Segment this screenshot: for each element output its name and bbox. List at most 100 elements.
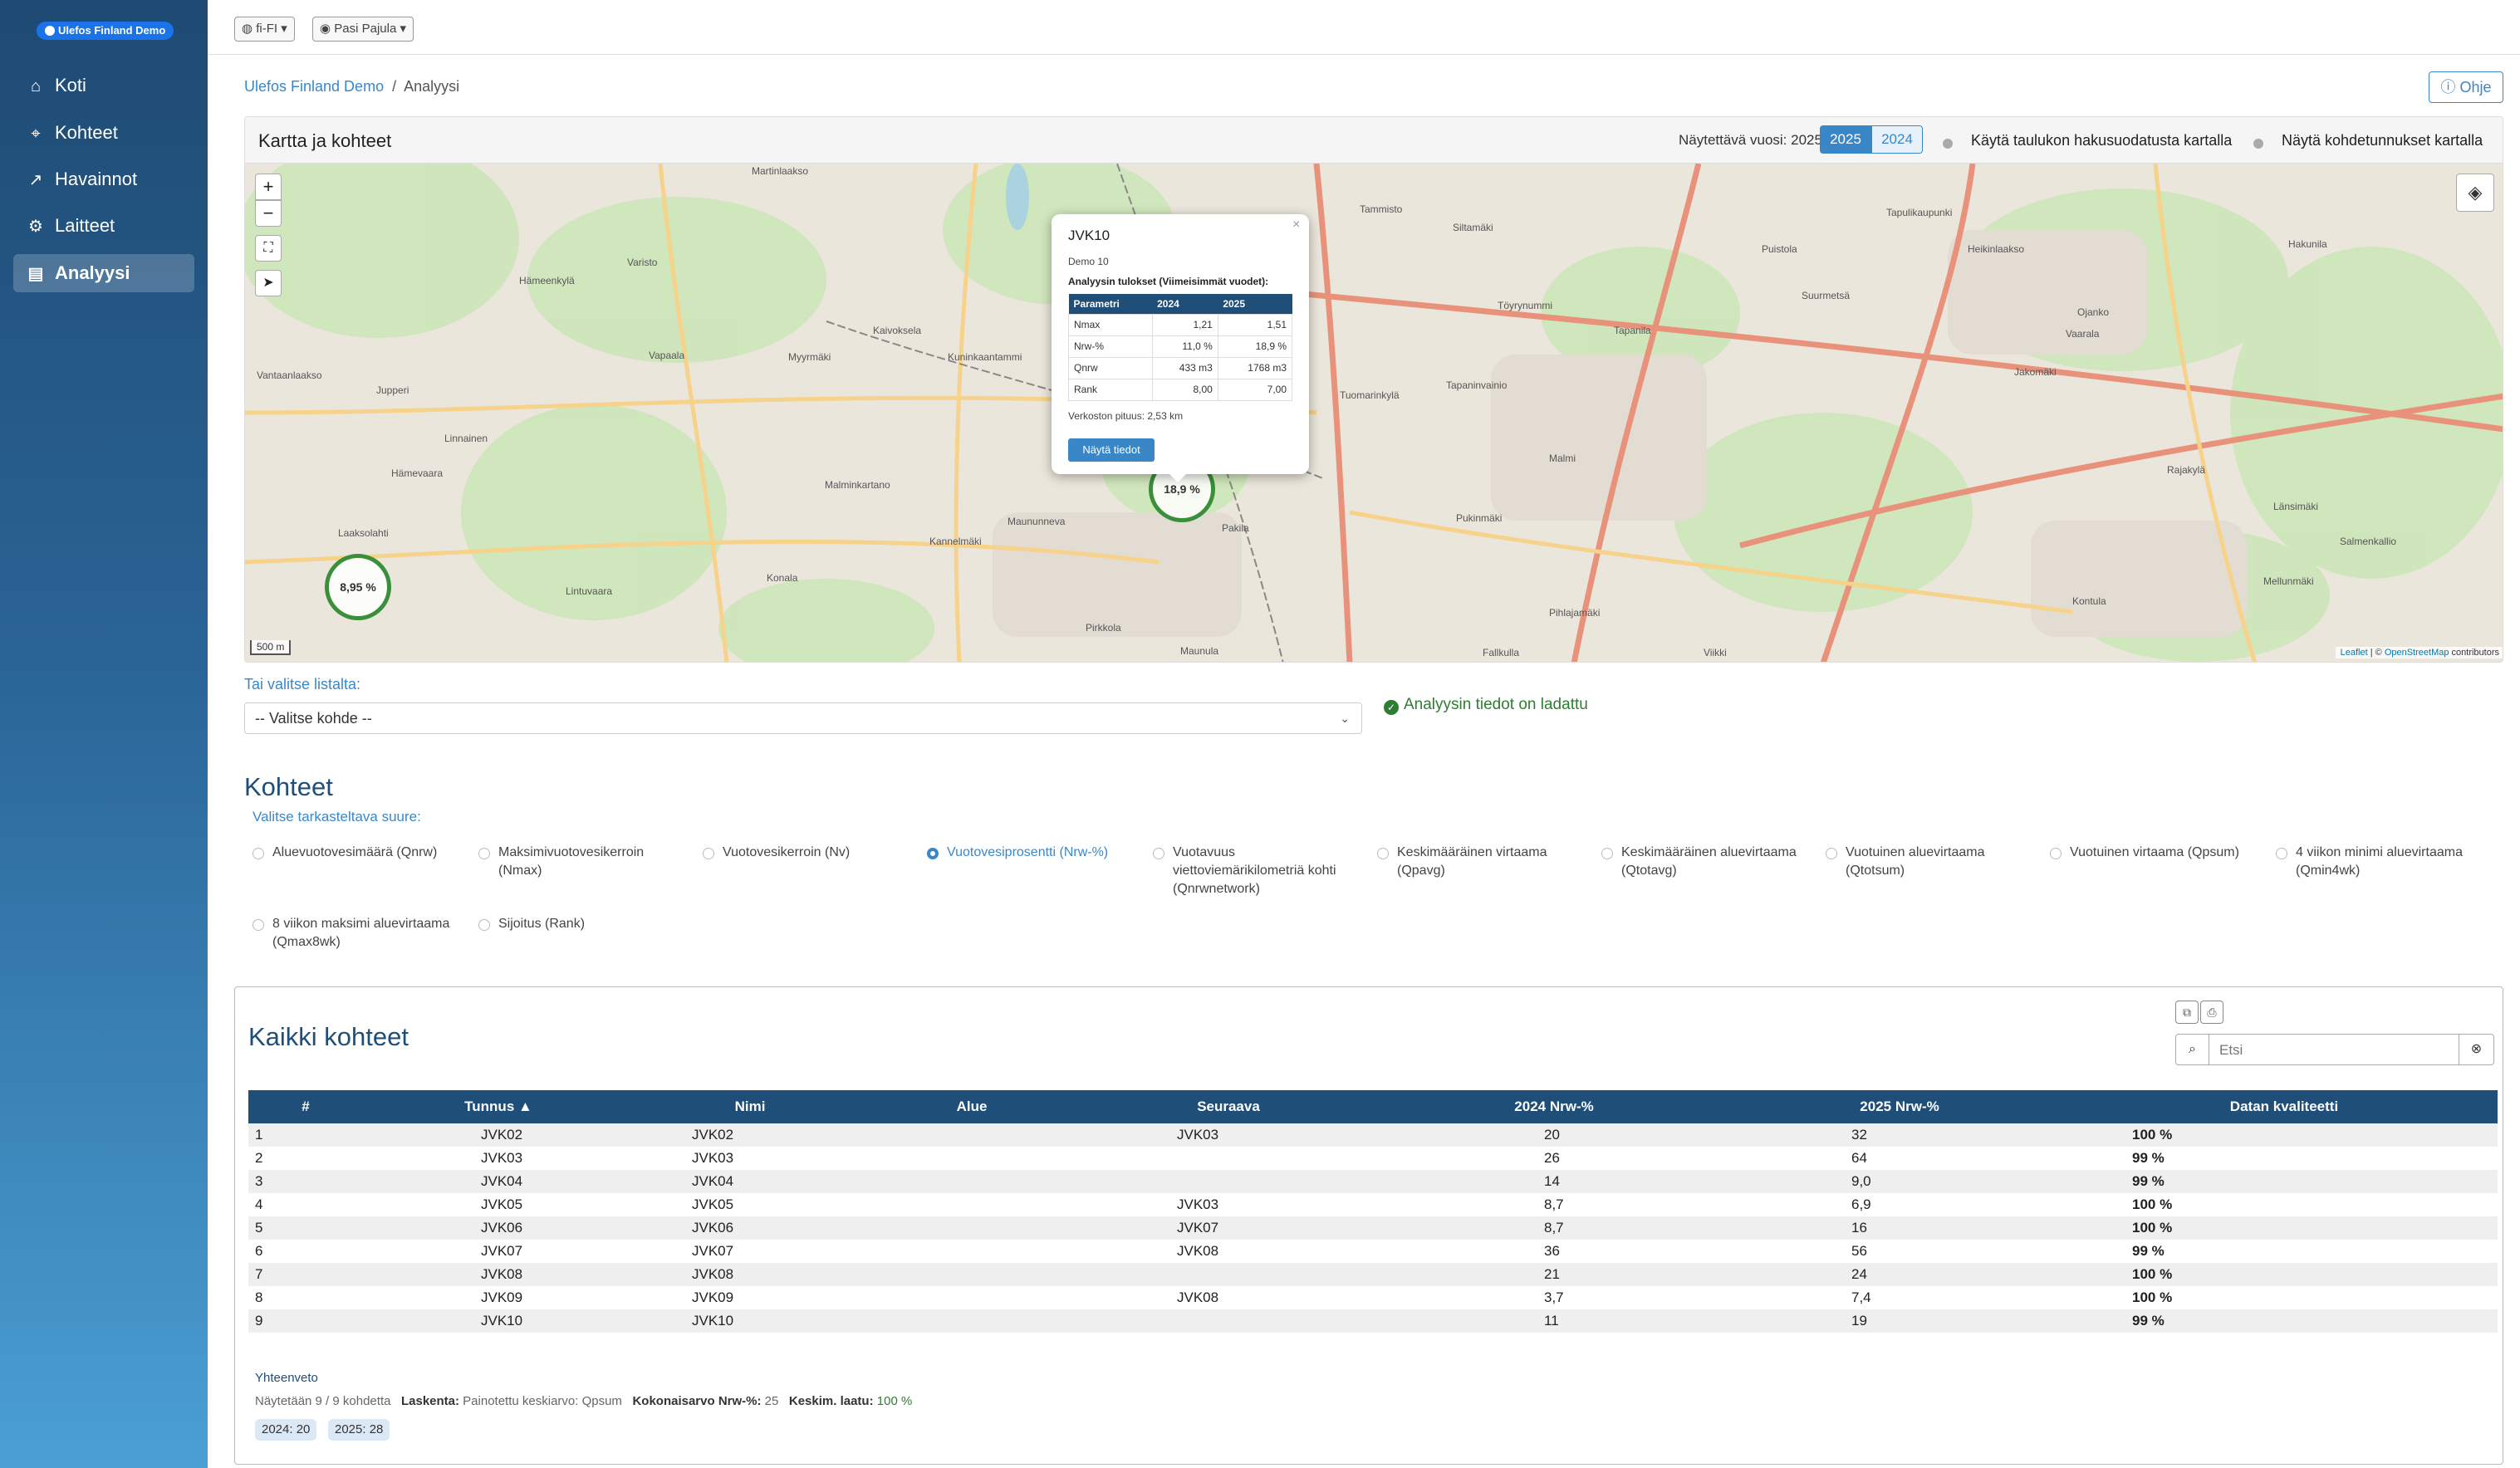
layers-icon[interactable]: ◈: [2456, 174, 2494, 212]
user-dropdown[interactable]: ◉ Pasi Pajula ▾: [312, 17, 414, 42]
radio-nv[interactable]: Vuotovesikerroin (Nv): [703, 844, 910, 862]
popup-row: Rank 8,00 7,00: [1068, 378, 1293, 401]
table-row[interactable]: 7 JVK08 JVK08 21 24 100 %: [248, 1263, 2498, 1286]
breadcrumb-root-link[interactable]: Ulefos Finland Demo: [244, 78, 384, 95]
sidebar-item-havainnot[interactable]: ↗ Havainnot: [13, 160, 194, 198]
map-view[interactable]: Martinlaakso Varisto Hämeenkylä Vapaala …: [245, 164, 2503, 662]
locale-dropdown[interactable]: ◍ fi-FI ▾: [234, 17, 295, 42]
table-row[interactable]: 8 JVK09 JVK09 JVK08 3,7 7,4 100 %: [248, 1286, 2498, 1309]
table-cell: 100 %: [2071, 1216, 2498, 1240]
close-icon[interactable]: ×: [1292, 218, 1300, 232]
map-place-label: Mellunmäki: [2263, 575, 2314, 587]
table-row[interactable]: 5 JVK06 JVK06 JVK07 8,7 16 100 %: [248, 1216, 2498, 1240]
table-cell: [866, 1170, 1077, 1193]
search-input[interactable]: Etsi: [2219, 1042, 2243, 1059]
table-cell: 9: [248, 1309, 363, 1333]
col-alue[interactable]: Alue: [866, 1090, 1077, 1123]
radio-qtotavg[interactable]: Keskimääräinen aluevirtaama (Qtotavg): [1601, 844, 1809, 880]
sidebar-item-label: Analyysi: [55, 262, 130, 283]
breadcrumb: Ulefos Finland Demo / Analyysi: [244, 78, 460, 95]
show-ids-label: Näytä kohdetunnukset kartalla: [2282, 132, 2483, 149]
sidebar-item-kohteet[interactable]: ⌖ Kohteet: [13, 114, 194, 152]
copy-icon[interactable]: ⧉: [2175, 1001, 2199, 1024]
table-cell: 64: [1851, 1150, 1867, 1166]
table-row[interactable]: 9 JVK10 JVK10 11 19 99 %: [248, 1309, 2498, 1333]
map-marker-bubble[interactable]: 8,95 %: [325, 554, 391, 620]
map-place-label: Maunula: [1180, 645, 1219, 657]
table-cell: 5: [248, 1216, 363, 1240]
caret-down-icon: ▾: [396, 22, 407, 36]
fullscreen-icon[interactable]: ⛶: [255, 235, 282, 262]
map-place-label: Kaivoksela: [873, 325, 922, 336]
table-cell: 100 %: [2132, 1196, 2173, 1212]
report-icon: ▤: [27, 265, 44, 283]
table-cell: [866, 1193, 1077, 1216]
show-details-button[interactable]: Näytä tiedot: [1068, 438, 1155, 462]
radio-circle: [1377, 848, 1389, 859]
clear-search-icon[interactable]: ⊗: [2459, 1035, 2493, 1064]
sidebar-item-koti[interactable]: ⌂ Koti: [13, 66, 194, 105]
help-button[interactable]: ⓘ Ohje: [2429, 71, 2503, 103]
col-index[interactable]: #: [248, 1090, 363, 1123]
col-nimi[interactable]: Nimi: [634, 1090, 866, 1123]
table-cell: JVK03: [1077, 1123, 1380, 1147]
show-ids-toggle[interactable]: [2253, 139, 2263, 149]
table-cell: 100 %: [2071, 1263, 2498, 1286]
table-search: ⌕ Etsi ⊗: [2175, 1034, 2494, 1065]
table-cell: JVK10: [363, 1309, 634, 1333]
osm-link[interactable]: OpenStreetMap: [2385, 648, 2449, 658]
map-place-label: Pihlajamäki: [1549, 607, 1601, 619]
radio-qmin4wk[interactable]: 4 viikon minimi aluevirtaama (Qmin4wk): [2276, 844, 2500, 880]
zoom-in-button[interactable]: +: [255, 174, 282, 200]
export-icon[interactable]: ⎙: [2200, 1001, 2223, 1024]
summary-line: Näytetään 9 / 9 kohdetta Laskenta: Paino…: [255, 1394, 912, 1408]
table-cell: 6,9: [1851, 1196, 1871, 1212]
radio-qnrwnetwork[interactable]: Vuotavuus viettoviemärikilometriä kohti …: [1153, 844, 1361, 898]
radio-qtotsum[interactable]: Vuotuinen aluevirtaama (Qtotsum): [1826, 844, 2033, 880]
radio-nrw[interactable]: Vuotovesiprosentti (Nrw-%): [927, 844, 1135, 862]
table-row[interactable]: 4 JVK05 JVK05 JVK03 8,7 6,9 100 %: [248, 1193, 2498, 1216]
target-select[interactable]: -- Valitse kohde -- ⌄: [244, 702, 1362, 734]
radio-qnrw[interactable]: Aluevuotovesimäärä (Qnrw): [252, 844, 460, 862]
col-seuraava[interactable]: Seuraava: [1077, 1090, 1380, 1123]
radio-qpsum[interactable]: Vuotuinen virtaama (Qpsum): [2050, 844, 2258, 862]
filter-map-toggle[interactable]: [1943, 139, 1953, 149]
col-quality[interactable]: Datan kvaliteetti: [2071, 1090, 2498, 1123]
sidebar-item-analyysi[interactable]: ▤ Analyysi: [13, 254, 194, 292]
select-label: Tai valitse listalta:: [244, 676, 361, 692]
brand-badge[interactable]: Ulefos Finland Demo: [37, 22, 174, 40]
map-place-label: Konala: [767, 572, 798, 584]
table-cell: JVK09: [481, 1289, 523, 1305]
map-place-label: Vantaanlaakso: [257, 369, 322, 381]
table-cell: JVK06: [634, 1216, 866, 1240]
popup-row: Nrw-% 11,0 % 18,9 %: [1068, 335, 1293, 358]
col-2025-nrw[interactable]: 2025 Nrw-%: [1728, 1090, 2071, 1123]
summary-quality-label: Keskim. laatu:: [788, 1394, 874, 1408]
radio-qpavg[interactable]: Keskimääräinen virtaama (Qpavg): [1377, 844, 1585, 880]
summary-pill-2025: 2025: 28: [328, 1419, 390, 1441]
help-label: Ohje: [2459, 79, 2492, 95]
popup-col: 2025: [1218, 294, 1292, 314]
table-row[interactable]: 1 JVK02 JVK02 JVK03 20 32 100 %: [248, 1123, 2498, 1147]
year-2025-button[interactable]: 2025: [1820, 125, 1871, 154]
radio-nmax[interactable]: Maksimivuotovesikerroin (Nmax): [478, 844, 686, 880]
topbar: ◍ fi-FI ▾ ◉ Pasi Pajula ▾: [208, 0, 2520, 55]
table-cell: JVK07: [481, 1243, 523, 1259]
table-row[interactable]: 6 JVK07 JVK07 JVK08 36 56 99 %: [248, 1240, 2498, 1263]
col-2024-nrw[interactable]: 2024 Nrw-%: [1380, 1090, 1728, 1123]
zoom-out-button[interactable]: −: [255, 200, 282, 227]
leaflet-link[interactable]: Leaflet: [2341, 648, 2368, 658]
year-2024-button[interactable]: 2024: [1871, 125, 1923, 154]
col-tunnus[interactable]: Tunnus ▲: [363, 1090, 634, 1123]
radio-rank[interactable]: Sijoitus (Rank): [478, 915, 686, 933]
table-row[interactable]: 3 JVK04 JVK04 14 9,0 99 %: [248, 1170, 2498, 1193]
table-row[interactable]: 2 JVK03 JVK03 26 64 99 %: [248, 1147, 2498, 1170]
locate-icon[interactable]: ➤: [255, 270, 282, 296]
map-place-label: Viikki: [1704, 647, 1727, 658]
map-place-label: Myyrmäki: [788, 351, 831, 363]
sidebar-item-laitteet[interactable]: ⚙ Laitteet: [13, 207, 194, 245]
table-cell: [1077, 1263, 1380, 1286]
caret-down-icon: ▾: [277, 22, 287, 36]
table-cell: JVK03: [1177, 1196, 1219, 1212]
radio-qmax8wk[interactable]: 8 viikon maksimi aluevirtaama (Qmax8wk): [252, 915, 477, 952]
